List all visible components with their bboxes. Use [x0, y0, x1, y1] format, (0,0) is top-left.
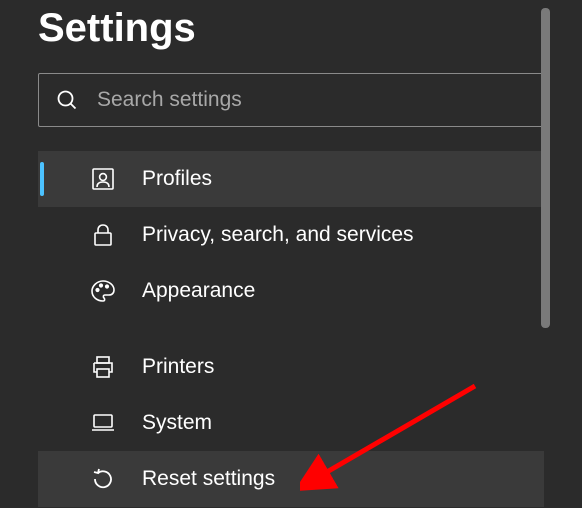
search-icon [55, 88, 79, 112]
lock-icon [90, 222, 116, 248]
page-title: Settings [38, 0, 544, 73]
printer-icon [90, 354, 116, 380]
settings-nav: Profiles Privacy, search, and services [38, 151, 544, 507]
nav-item-system[interactable]: System [38, 395, 544, 451]
nav-label: Appearance [142, 279, 255, 303]
nav-label: Privacy, search, and services [142, 223, 414, 247]
nav-label: Reset settings [142, 467, 275, 491]
laptop-icon [90, 410, 116, 436]
scrollbar-thumb[interactable] [541, 8, 550, 328]
nav-label: Printers [142, 355, 214, 379]
nav-item-profiles[interactable]: Profiles [38, 151, 544, 207]
profiles-icon [90, 166, 116, 192]
nav-label: System [142, 411, 212, 435]
search-field[interactable] [38, 73, 544, 127]
search-input[interactable] [97, 88, 527, 112]
nav-separator [38, 319, 544, 339]
palette-icon [90, 278, 116, 304]
nav-item-printers[interactable]: Printers [38, 339, 544, 395]
nav-item-appearance[interactable]: Appearance [38, 263, 544, 319]
nav-item-reset-settings[interactable]: Reset settings [38, 451, 544, 507]
nav-item-privacy[interactable]: Privacy, search, and services [38, 207, 544, 263]
reset-icon [90, 466, 116, 492]
nav-label: Profiles [142, 167, 212, 191]
